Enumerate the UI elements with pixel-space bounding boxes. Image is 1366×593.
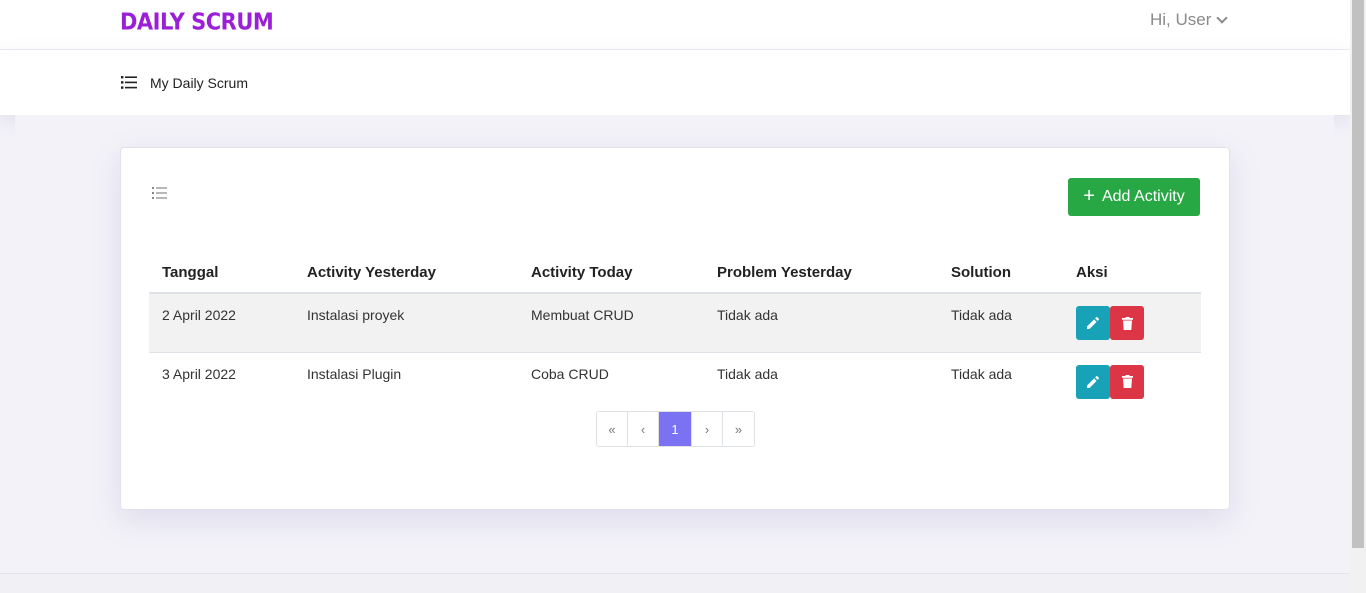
pencil-icon [1087, 317, 1099, 329]
trash-icon [1121, 316, 1133, 330]
cell-activity-today: Membuat CRUD [518, 293, 704, 353]
cell-tanggal: 2 April 2022 [149, 293, 294, 353]
user-menu[interactable]: Hi, User [1150, 10, 1229, 30]
pagination-page-current[interactable]: 1 [659, 412, 692, 446]
footer [0, 573, 1350, 593]
column-header-aksi: Aksi [1063, 253, 1201, 294]
add-activity-label: Add Activity [1101, 188, 1185, 205]
cell-aksi [1063, 293, 1201, 353]
scrollbar-thumb[interactable] [1352, 0, 1364, 548]
cell-problem-yesterday: Tidak ada [704, 293, 938, 353]
pencil-icon [1087, 375, 1099, 388]
edit-button[interactable] [1076, 364, 1110, 399]
table-header-row: Tanggal Activity Yesterday Activity Toda… [149, 253, 1201, 294]
add-activity-button[interactable]: + Add Activity [1068, 178, 1200, 216]
activity-table: Tanggal Activity Yesterday Activity Toda… [149, 253, 1201, 411]
table-row: 3 April 2022 Instalasi Plugin Coba CRUD … [149, 352, 1201, 411]
activity-card: + Add Activity Tanggal Activity Yesterda… [120, 147, 1230, 510]
cell-solution: Tidak ada [938, 293, 1063, 353]
row-actions [1076, 306, 1201, 340]
cell-problem-yesterday: Tidak ada [717, 365, 778, 382]
cell-activity-yesterday: Instalasi proyek [294, 293, 518, 353]
top-navbar: DAILY SCRUM Hi, User [0, 0, 1350, 50]
cell-tanggal: 3 April 2022 [162, 365, 236, 382]
vertical-scrollbar[interactable] [1350, 0, 1366, 593]
list-icon[interactable] [121, 76, 137, 94]
trash-icon [1121, 375, 1133, 388]
cell-solution: Tidak ada [951, 365, 1012, 382]
pagination-next[interactable]: › [692, 412, 723, 446]
page-title[interactable]: My Daily Scrum [150, 75, 248, 91]
pagination-prev[interactable]: ‹ [628, 412, 659, 446]
column-header-problem-yesterday: Problem Yesterday [704, 253, 938, 294]
list-icon [152, 186, 167, 204]
pagination-last[interactable]: » [723, 412, 754, 446]
delete-button[interactable] [1110, 364, 1144, 399]
column-header-activity-today: Activity Today [518, 253, 704, 294]
chevron-down-icon [1216, 11, 1229, 24]
app-logo[interactable]: DAILY SCRUM [120, 9, 274, 35]
sub-navbar: My Daily Scrum [0, 50, 1350, 115]
edit-button[interactable] [1076, 306, 1110, 340]
column-header-tanggal: Tanggal [149, 253, 294, 294]
cell-activity-today: Coba CRUD [531, 365, 609, 382]
pagination-first[interactable]: « [597, 412, 628, 446]
cell-aksi [1063, 352, 1201, 411]
column-header-activity-yesterday: Activity Yesterday [294, 253, 518, 294]
plus-icon: + [1083, 185, 1095, 207]
user-greeting: Hi, User [1150, 10, 1212, 29]
column-header-solution: Solution [938, 253, 1063, 294]
table-row: 2 April 2022 Instalasi proyek Membuat CR… [149, 293, 1201, 353]
row-actions [1076, 364, 1201, 399]
pagination: « ‹ 1 › » [596, 411, 755, 447]
delete-button[interactable] [1110, 306, 1144, 340]
cell-activity-yesterday: Instalasi Plugin [307, 365, 402, 382]
